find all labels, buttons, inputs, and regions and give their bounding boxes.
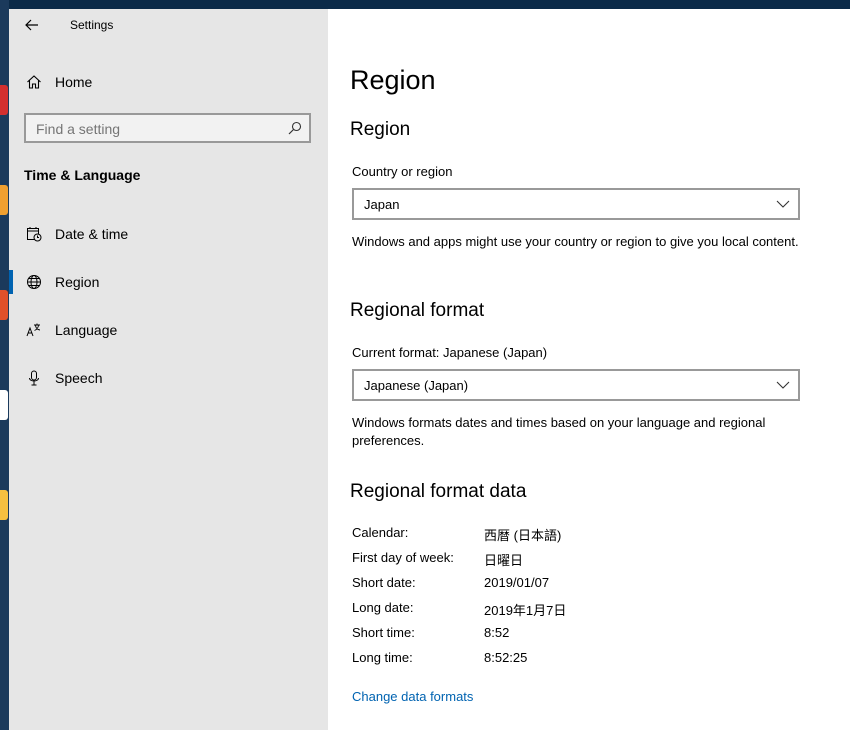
title-bar: Settings [9, 9, 328, 41]
sidebar-item-speech[interactable]: Speech [9, 358, 328, 398]
sidebar: Settings Home Time & Language Date & tim… [9, 9, 328, 730]
sidebar-item-region[interactable]: Region [9, 262, 328, 302]
desktop-app-icon[interactable] [0, 290, 8, 320]
current-format-label: Current format: Japanese (Japan) [352, 345, 548, 360]
format-data-key: First day of week: [352, 550, 454, 565]
section-title: Time & Language [24, 167, 141, 183]
search-input[interactable] [26, 115, 288, 143]
search-icon[interactable] [287, 120, 303, 136]
format-data-key: Short date: [352, 575, 416, 590]
regional-format-dropdown[interactable]: Japanese (Japan) [352, 369, 800, 401]
desktop-app-icon[interactable] [0, 85, 8, 115]
sidebar-item-label: Language [55, 322, 118, 338]
microphone-icon [25, 369, 43, 387]
format-data-value: 日曜日 [484, 553, 524, 568]
format-data-heading: Regional format data [350, 481, 527, 502]
region-heading: Region [350, 119, 411, 140]
sidebar-item-label: Date & time [55, 226, 129, 242]
format-data-row: Short time: 8:52 [352, 625, 812, 645]
format-data-value: 8:52:25 [484, 650, 528, 665]
format-description: Windows formats dates and times based on… [352, 415, 766, 448]
regional-format-value: Japanese (Japan) [364, 378, 469, 393]
back-button[interactable] [17, 13, 47, 37]
back-arrow-icon [25, 19, 38, 31]
format-data-key: Short time: [352, 625, 415, 640]
home-icon [25, 73, 43, 91]
format-data-value: 8:52 [484, 625, 510, 640]
format-data-row: Short date: 2019/01/07 [352, 575, 812, 595]
desktop-app-icon[interactable] [0, 490, 8, 520]
calendar-clock-icon [25, 225, 43, 243]
format-data-key: Long time: [352, 650, 413, 665]
format-data-row: Long date: 2019年1月7日 [352, 600, 812, 620]
sidebar-item-label: Speech [55, 370, 103, 386]
chevron-down-icon [776, 200, 790, 208]
language-icon [25, 321, 43, 339]
country-value: Japan [364, 197, 400, 212]
format-data-row: Long time: 8:52:25 [352, 650, 812, 670]
search-box[interactable] [24, 113, 311, 143]
desktop-strip [0, 0, 9, 730]
change-data-formats-link[interactable]: Change data formats [352, 689, 473, 704]
regional-format-heading: Regional format [350, 300, 485, 321]
format-data-value: 2019年1月7日 [484, 603, 567, 618]
format-data-key: Calendar: [352, 525, 409, 540]
desktop-app-icon[interactable] [0, 185, 8, 215]
country-label: Country or region [352, 164, 453, 179]
sidebar-item-language[interactable]: Language [9, 310, 328, 350]
format-data-row: Calendar: 西暦 (日本語) [352, 525, 812, 545]
page-title: Region [350, 65, 436, 95]
desktop-top-strip [9, 0, 850, 9]
country-dropdown[interactable]: Japan [352, 188, 800, 220]
home-nav-item[interactable]: Home [9, 67, 328, 97]
format-data-key: Long date: [352, 600, 414, 615]
format-data-row: First day of week: 日曜日 [352, 550, 812, 570]
window-title: Settings [70, 18, 114, 32]
sidebar-item-label: Region [55, 274, 100, 290]
sidebar-item-date-time[interactable]: Date & time [9, 214, 328, 254]
desktop-app-icon[interactable] [0, 390, 8, 420]
globe-icon [25, 273, 43, 291]
format-data-value: 2019/01/07 [484, 575, 550, 590]
settings-window: Settings Home Time & Language Date & tim… [9, 9, 850, 730]
main-content: Region Region Country or region Japan Wi… [328, 9, 850, 730]
home-label: Home [55, 74, 93, 90]
format-data-value: 西暦 (日本語) [484, 528, 562, 543]
country-description: Windows and apps might use your country … [352, 234, 799, 249]
chevron-down-icon [776, 381, 790, 389]
